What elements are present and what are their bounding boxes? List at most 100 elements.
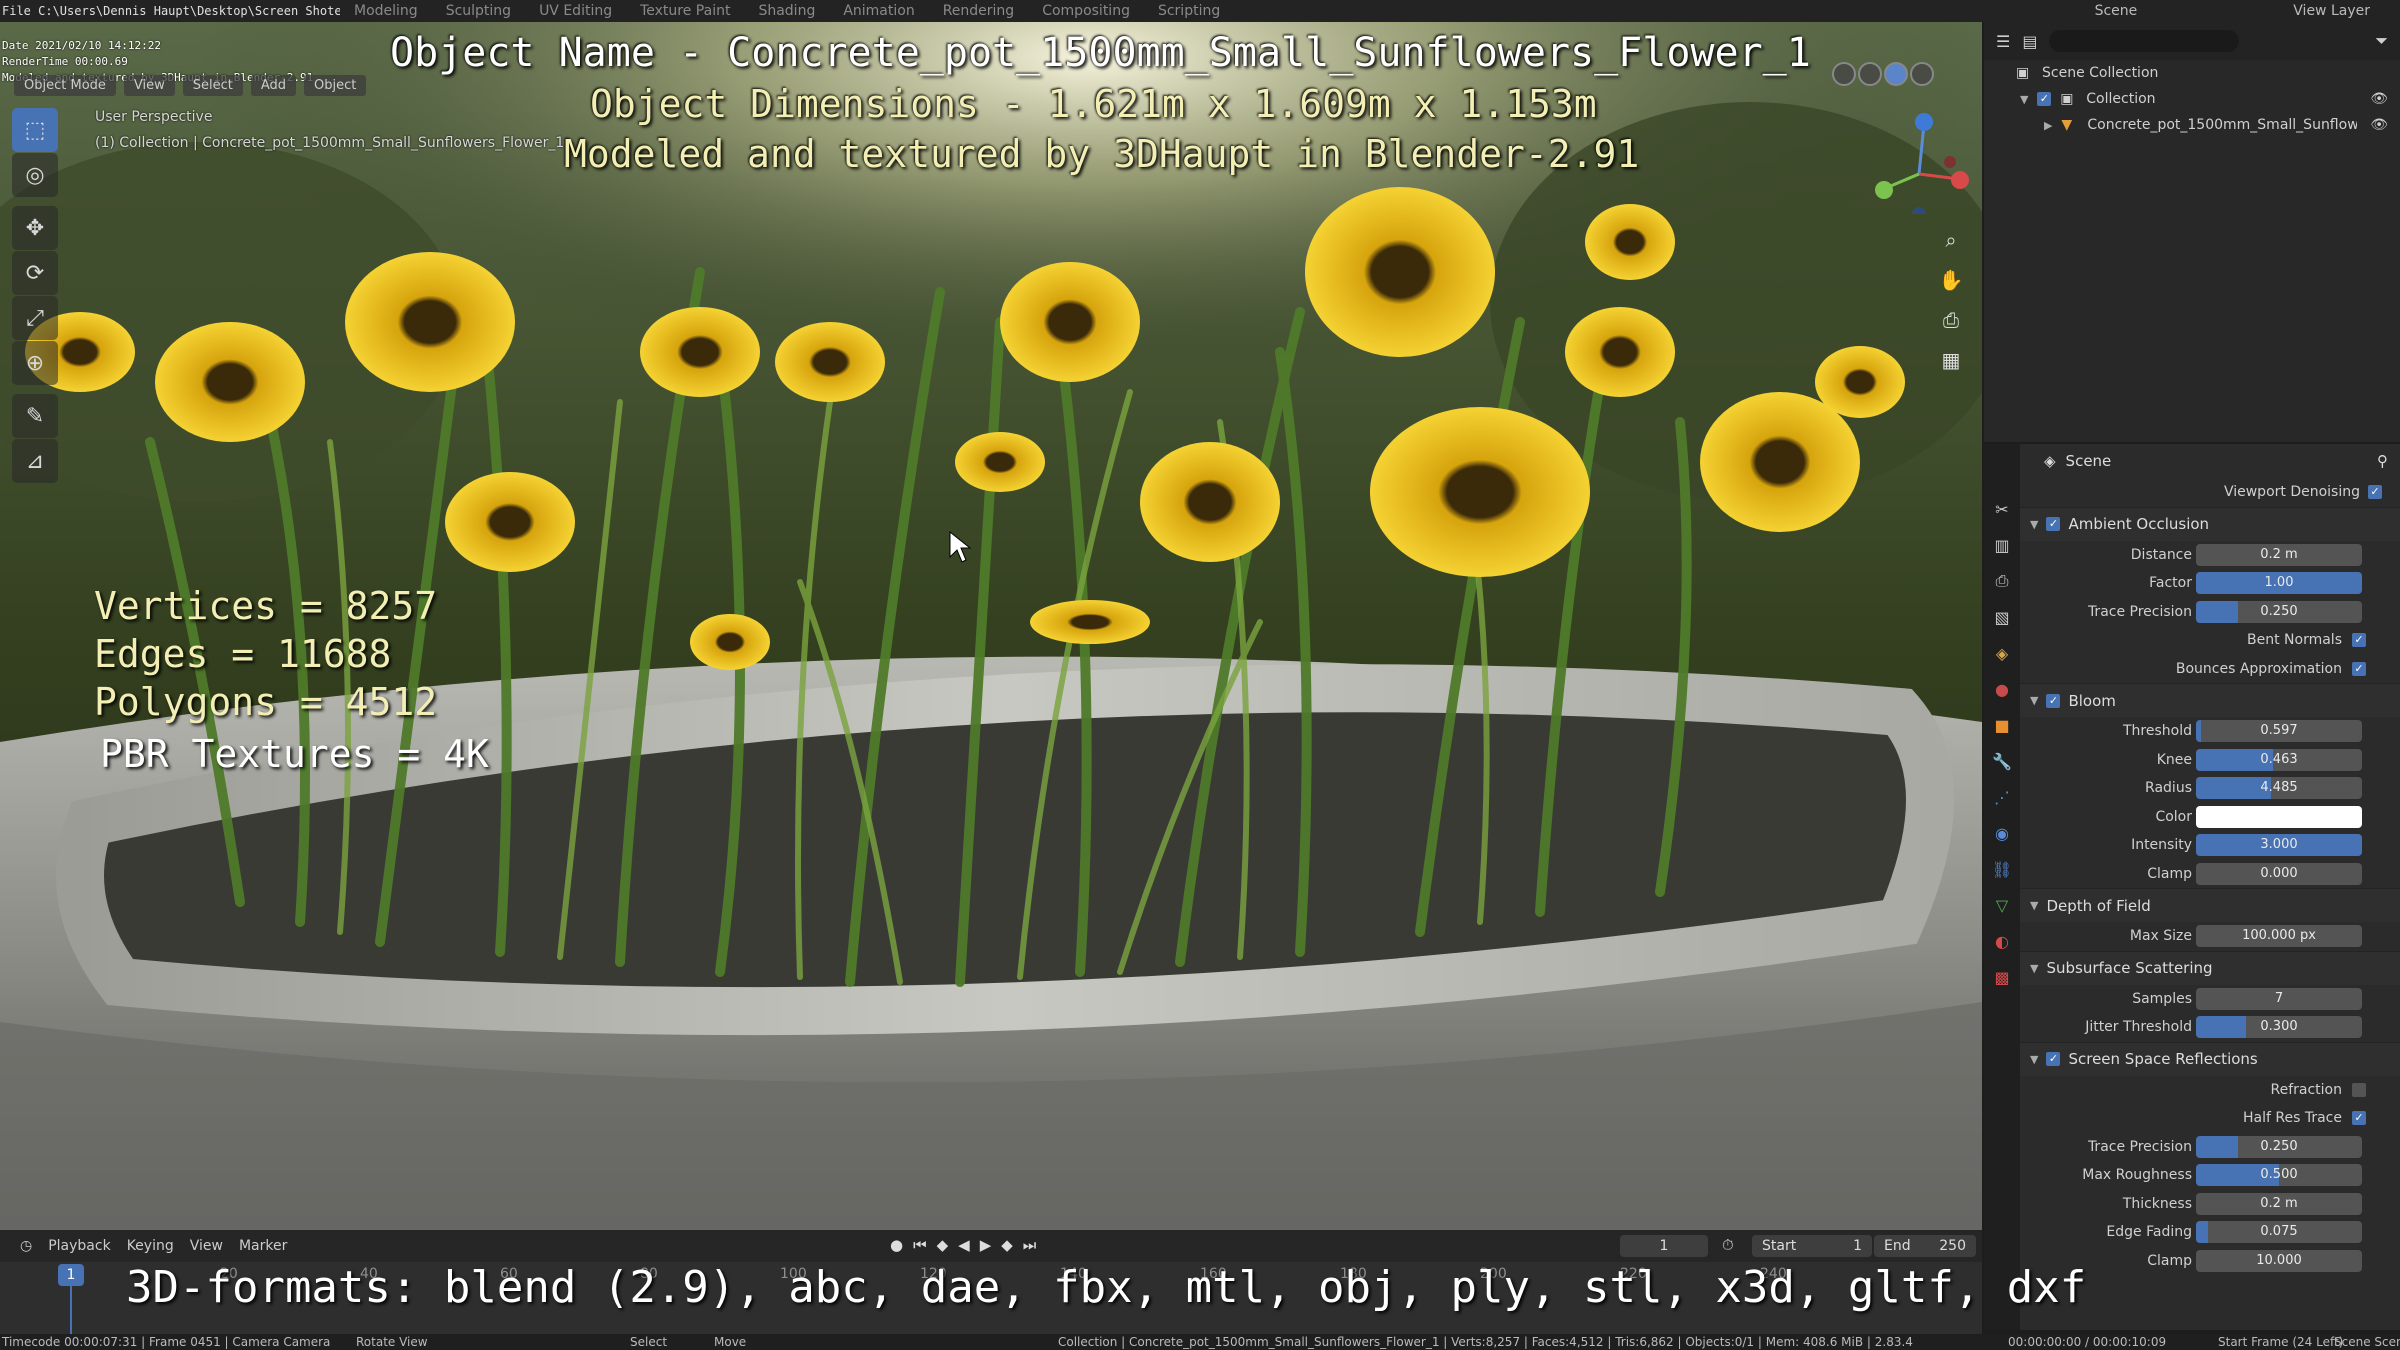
menu-add[interactable]: Add	[250, 74, 297, 96]
bloom-radius-slider[interactable]: 4.485	[2196, 777, 2362, 800]
outliner-collection[interactable]: ▼ ✓ ▣ Collection 👁	[1984, 86, 2400, 112]
workspace-tab-compositing[interactable]: Compositing	[1028, 3, 1144, 19]
start-frame-field[interactable]: Start 1	[1752, 1235, 1872, 1257]
play-icon[interactable]: ▶	[980, 1236, 992, 1254]
particles-tab-icon[interactable]: ⋰	[1990, 782, 2014, 812]
stopwatch-icon[interactable]: ⏱	[1722, 1236, 1734, 1254]
perspective-grid-icon[interactable]: ▦	[1932, 342, 1970, 378]
annotate-icon[interactable]: ✎	[12, 394, 58, 438]
bent-normals-checkbox[interactable]: ✓	[2352, 633, 2366, 648]
world-tab-icon[interactable]: ●	[1990, 674, 2014, 704]
bloom-knee-slider[interactable]: 0.463	[2196, 748, 2362, 771]
visibility-eye-icon[interactable]: 👁	[2370, 117, 2388, 133]
select-box-icon[interactable]: ⬚	[12, 108, 58, 152]
refraction-checkbox[interactable]	[2352, 1082, 2366, 1097]
marker-menu[interactable]: Marker	[239, 1238, 287, 1254]
display-mode-icon[interactable]: ▤	[2022, 32, 2037, 51]
view-layer-tab-icon[interactable]: ▧	[1990, 602, 2014, 632]
data-tab-icon[interactable]: ▽	[1990, 890, 2014, 920]
view-menu[interactable]: View	[190, 1238, 223, 1254]
menu-object[interactable]: Object	[304, 74, 367, 96]
menu-view[interactable]: View	[123, 74, 175, 96]
prev-keyframe-icon[interactable]: ◆	[937, 1236, 949, 1254]
workspace-tab-uv-editing[interactable]: UV Editing	[525, 3, 626, 19]
zoom-icon[interactable]: ⌕	[1932, 222, 1970, 258]
ao-distance-field[interactable]: 0.2 m	[2196, 543, 2362, 566]
camera-icon[interactable]: ⎙	[1932, 302, 1970, 338]
end-frame-field[interactable]: End 250	[1874, 1235, 1976, 1257]
render-tab-icon[interactable]: ▥	[1990, 530, 2014, 560]
scale-icon[interactable]: ⤢	[12, 296, 58, 340]
playback-menu[interactable]: Playback	[48, 1238, 110, 1254]
ssr-max-roughness-slider[interactable]: 0.500	[2196, 1164, 2362, 1187]
outliner-search-input[interactable]	[2049, 30, 2240, 52]
dof-max-size-field[interactable]: 100.000 px	[2196, 925, 2362, 948]
bloom-color-swatch[interactable]	[2196, 805, 2362, 828]
workspace-tab-texture-paint[interactable]: Texture Paint	[626, 3, 744, 19]
rendered-shading-button[interactable]	[1910, 62, 1934, 86]
ssr-panel-header[interactable]: ▼ ✓ Screen Space Reflections	[2020, 1041, 2400, 1076]
solid-shading-button[interactable]	[1858, 62, 1882, 86]
workspace-tab-animation[interactable]: Animation	[829, 3, 928, 19]
3d-viewport[interactable]: Date 2021/02/10 14:12:22 RenderTime 00:0…	[0, 22, 1982, 1230]
playhead[interactable]: 1	[58, 1264, 84, 1286]
bloom-panel-header[interactable]: ▼ ✓ Bloom	[2020, 683, 2400, 717]
viewport-denoising-checkbox[interactable]: ✓	[2368, 485, 2382, 500]
ambient-occlusion-checkbox[interactable]: ✓	[2046, 517, 2061, 531]
ambient-occlusion-panel-header[interactable]: ▼ ✓ Ambient Occlusion	[2020, 506, 2400, 541]
visibility-eye-icon[interactable]: 👁	[2370, 91, 2388, 107]
workspace-tab-rendering[interactable]: Rendering	[929, 3, 1029, 19]
transform-icon[interactable]: ⊕	[12, 341, 58, 385]
object-mode-dropdown[interactable]: Object Mode	[14, 74, 116, 96]
editor-type-icon[interactable]: ☰	[1996, 32, 2010, 51]
bloom-intensity-slider[interactable]: 3.000	[2196, 834, 2362, 857]
tool-tab-icon[interactable]: ✂	[1990, 494, 2014, 524]
timeline-editor-icon[interactable]: ◷	[20, 1238, 32, 1254]
bloom-checkbox[interactable]: ✓	[2046, 693, 2061, 708]
outliner-object[interactable]: ▶ ▼ Concrete_pot_1500mm_Small_Sunflowers…	[1984, 112, 2400, 138]
menu-select[interactable]: Select	[182, 74, 243, 96]
view-layer-selector[interactable]: View Layer	[2293, 3, 2370, 19]
subsurface-scattering-panel-header[interactable]: ▼ Subsurface Scattering	[2020, 950, 2400, 985]
sss-samples-field[interactable]: 7	[2196, 987, 2362, 1010]
measure-icon[interactable]: ⊿	[12, 439, 58, 483]
outliner-scene-collection[interactable]: ▣ Scene Collection	[1984, 60, 2400, 86]
ssr-trace-precision-slider[interactable]: 0.250	[2196, 1135, 2362, 1158]
scene-selector[interactable]: Scene	[2095, 3, 2138, 19]
material-shading-button[interactable]	[1884, 62, 1908, 86]
bloom-clamp-field[interactable]: 0.000	[2196, 862, 2362, 885]
object-tab-icon[interactable]: ■	[1990, 710, 2014, 740]
ssr-thickness-field[interactable]: 0.2 m	[2196, 1192, 2362, 1215]
record-icon[interactable]: ●	[890, 1236, 903, 1254]
rotate-icon[interactable]: ⟳	[12, 251, 58, 295]
workspace-tab-modeling[interactable]: Modeling	[340, 3, 432, 19]
ao-factor-slider[interactable]: 1.00	[2196, 572, 2362, 595]
keying-menu[interactable]: Keying	[127, 1238, 174, 1254]
half-res-trace-checkbox[interactable]: ✓	[2352, 1111, 2366, 1126]
sss-jitter-slider[interactable]: 0.300	[2196, 1016, 2362, 1039]
texture-tab-icon[interactable]: ▩	[1990, 962, 2014, 992]
depth-of-field-panel-header[interactable]: ▼ Depth of Field	[2020, 888, 2400, 922]
scene-tab-icon[interactable]: ◈	[1990, 638, 2014, 668]
workspace-tab-scripting[interactable]: Scripting	[1144, 3, 1234, 19]
workspace-tab-sculpting[interactable]: Sculpting	[432, 3, 525, 19]
bounces-approximation-checkbox[interactable]: ✓	[2352, 661, 2366, 676]
jump-start-icon[interactable]: ⏮	[913, 1236, 927, 1254]
play-reverse-icon[interactable]: ◀	[958, 1236, 970, 1254]
output-tab-icon[interactable]: ⎙	[1990, 566, 2014, 596]
pan-hand-icon[interactable]: ✋	[1932, 262, 1970, 298]
cursor-icon[interactable]: ◎	[12, 153, 58, 197]
collection-checkbox[interactable]: ✓	[2037, 92, 2052, 106]
jump-end-icon[interactable]: ⏭	[1023, 1236, 1037, 1254]
constraint-tab-icon[interactable]: ⛓	[1990, 854, 2014, 884]
material-tab-icon[interactable]: ◐	[1990, 926, 2014, 956]
current-frame-field[interactable]: 1	[1620, 1235, 1708, 1257]
ao-trace-precision-slider[interactable]: 0.250	[2196, 600, 2362, 623]
modifier-tab-icon[interactable]: 🔧	[1990, 746, 2014, 776]
ssr-clamp-field[interactable]: 10.000	[2196, 1249, 2362, 1272]
bloom-threshold-slider[interactable]: 0.597	[2196, 720, 2362, 743]
physics-tab-icon[interactable]: ◉	[1990, 818, 2014, 848]
pin-icon[interactable]: ⚲	[2377, 452, 2400, 470]
ssr-checkbox[interactable]: ✓	[2046, 1052, 2061, 1066]
move-icon[interactable]: ✥	[12, 206, 58, 250]
